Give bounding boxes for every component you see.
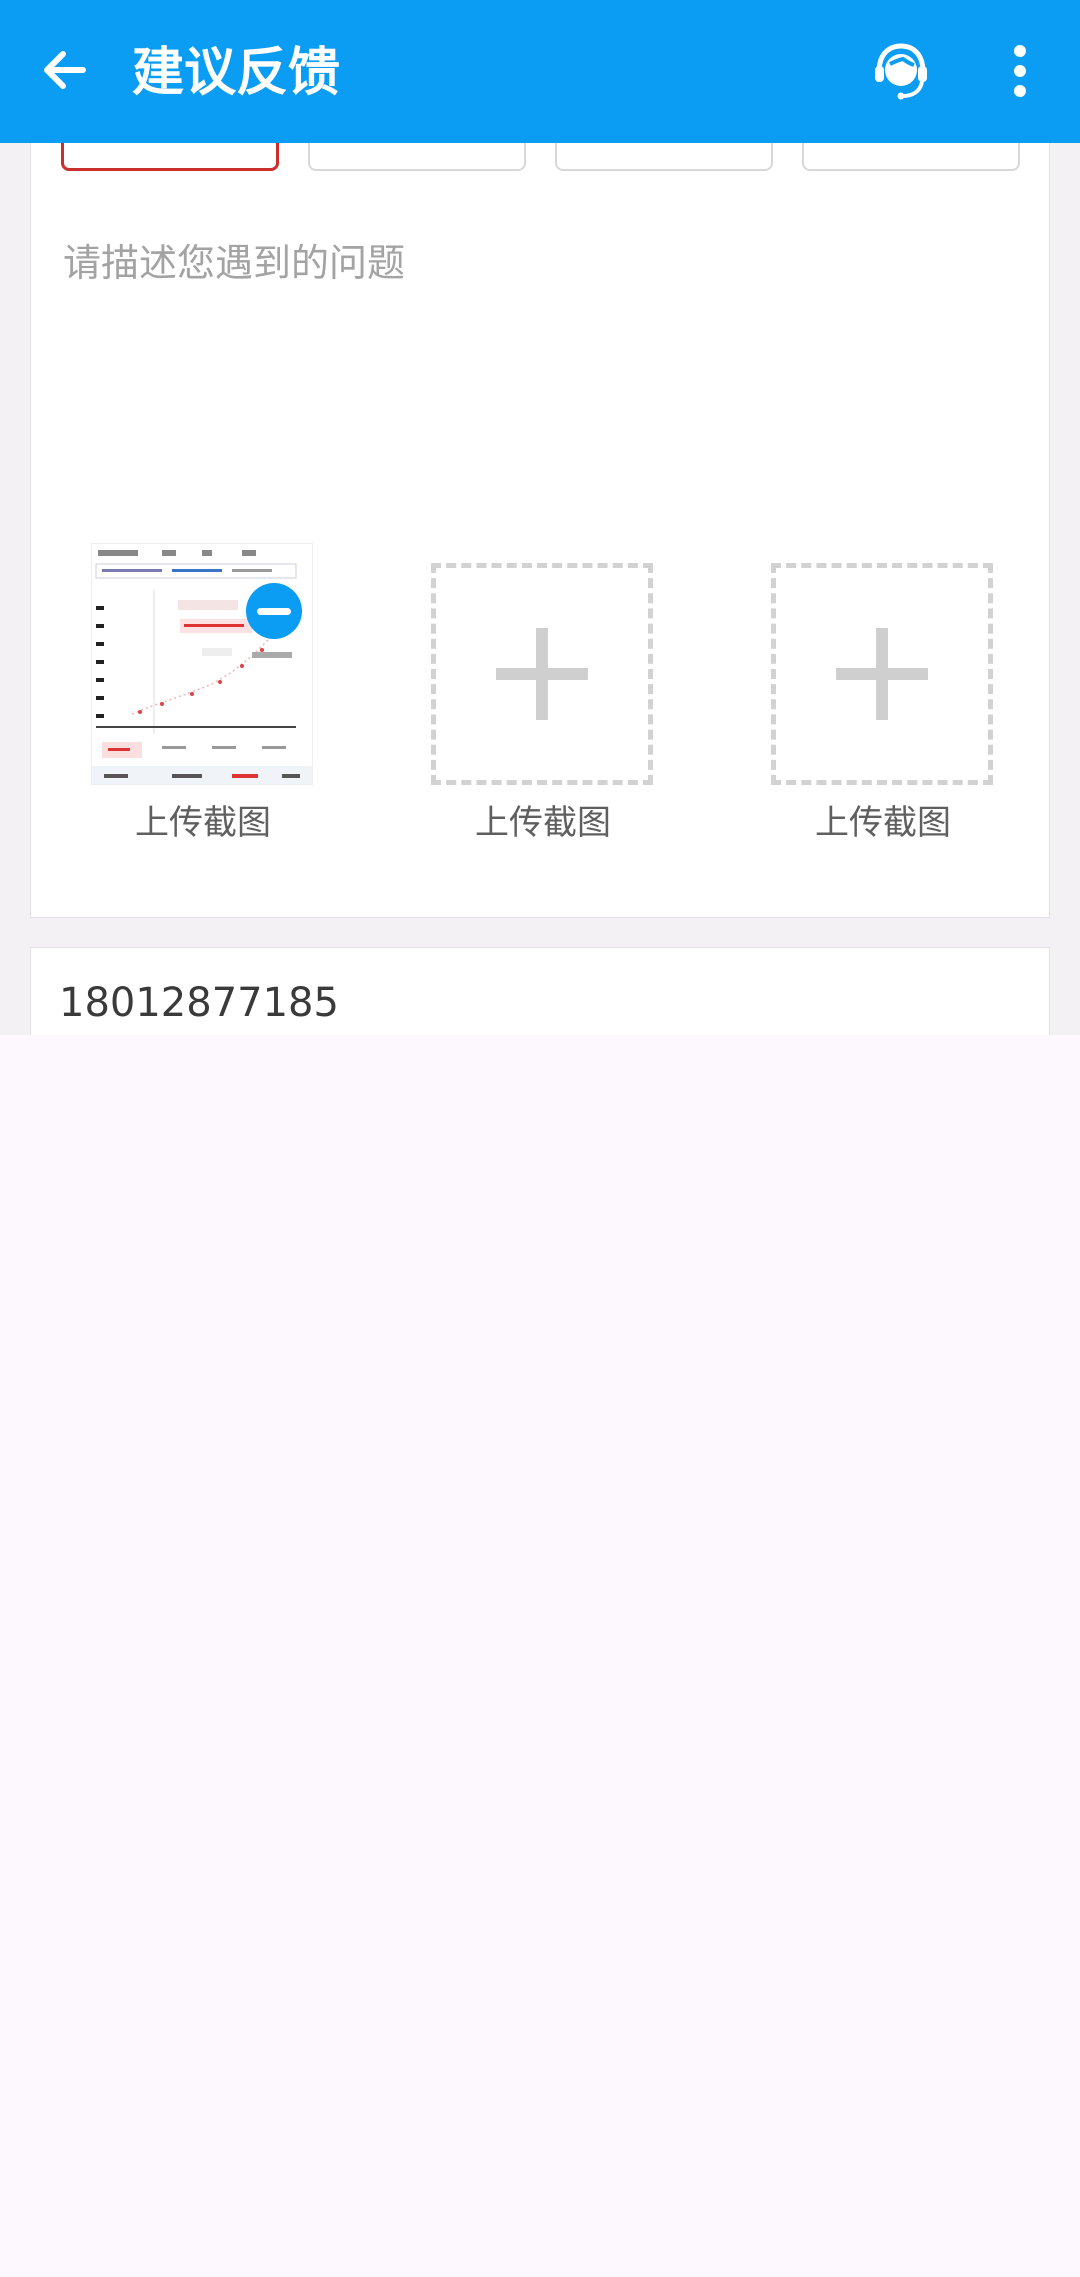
description-input[interactable]: 请描述您遇到的问题	[63, 233, 1019, 533]
more-vertical-icon	[1014, 45, 1026, 97]
back-arrow-icon	[44, 51, 86, 89]
upload-label: 上传截图	[475, 803, 611, 843]
contact-card: 18012877185	[30, 947, 1050, 1035]
customer-service-icon	[875, 43, 927, 100]
plus-icon	[836, 628, 928, 720]
upload-screenshot-button[interactable]	[431, 563, 653, 785]
category-row	[31, 83, 1051, 173]
plus-icon	[496, 628, 588, 720]
app-bar: 建议反馈	[0, 0, 1080, 143]
upload-label: 上传截图	[135, 803, 271, 843]
upload-label: 上传截图	[815, 803, 951, 843]
phone-input[interactable]: 18012877185	[59, 978, 339, 1028]
page-title: 建议反馈	[132, 43, 341, 103]
remove-screenshot-button[interactable]	[246, 583, 302, 639]
more-options-button[interactable]	[990, 36, 1050, 106]
upload-slot: 上传截图	[763, 563, 993, 863]
upload-slot: 上传截图	[423, 563, 653, 863]
back-button[interactable]	[30, 35, 100, 105]
minus-icon	[257, 607, 291, 615]
screenshot-preview-image	[92, 544, 312, 784]
upload-screenshot-button[interactable]	[771, 563, 993, 785]
feedback-card: 请描述您遇到的问题 上传截图 上传截图 上传截图	[30, 83, 1051, 918]
customer-service-button[interactable]	[866, 36, 936, 106]
feedback-page: 建议反馈 请描述您遇到的问题 上传截图 上传截图 上传截图 1801287718…	[0, 0, 1080, 2277]
screenshot-thumbnail[interactable]	[91, 543, 313, 785]
